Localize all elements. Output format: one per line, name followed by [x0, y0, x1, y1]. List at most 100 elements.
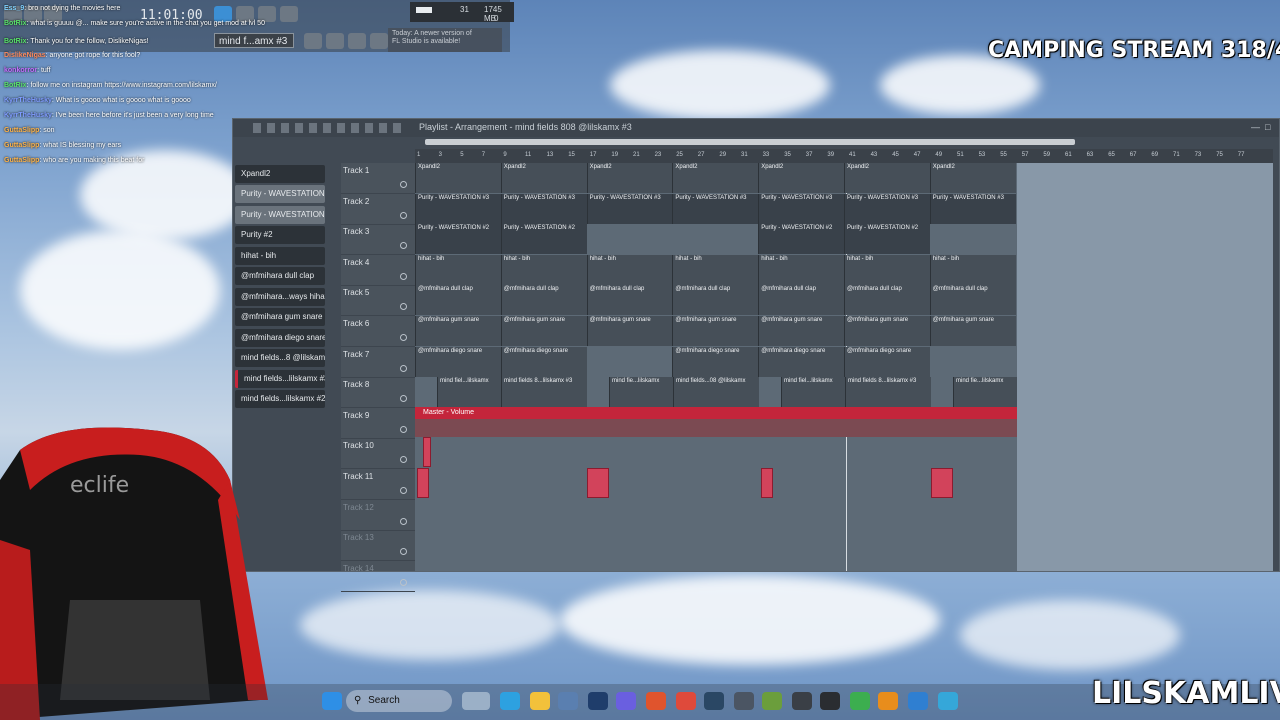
ctrl-button[interactable] [326, 33, 344, 49]
track-header[interactable]: Track 12 [341, 500, 415, 531]
pattern-clip[interactable]: Xpandl2 [500, 163, 587, 193]
pattern-clip[interactable]: @mfmihara diego snare [758, 346, 844, 377]
pattern-clip[interactable]: @mfmihara gum snare [758, 316, 844, 346]
pattern-clip[interactable]: Purity - WAVESTATION #3 [500, 193, 587, 224]
track-header[interactable]: Track 4 [341, 255, 415, 286]
picker-item[interactable]: mind fields...8 @lilskamx [235, 349, 325, 367]
pattern-clip[interactable]: Purity - WAVESTATION #3 [844, 193, 930, 224]
track-header[interactable]: Track 8 [341, 377, 415, 409]
start-icon[interactable] [322, 692, 342, 710]
pattern-clip[interactable]: Purity - WAVESTATION #2 [758, 224, 844, 255]
track-header[interactable]: Track 5 [341, 285, 415, 317]
master-volume-automation[interactable]: Master - Volume [415, 407, 1017, 419]
pattern-clip[interactable]: @mfmihara gum snare [586, 316, 673, 346]
pattern-clip[interactable]: hihat - bih [415, 254, 501, 285]
mute-toggle[interactable] [400, 272, 407, 280]
mute-toggle[interactable] [400, 578, 407, 586]
mute-toggle[interactable] [400, 181, 407, 188]
pattern-clip[interactable]: @mfmihara diego snare [500, 346, 587, 377]
pattern-clip[interactable]: Xpandl2 [586, 163, 673, 193]
pattern-clip[interactable]: hihat - bih [844, 254, 930, 285]
browser-button[interactable] [370, 33, 388, 49]
mute-toggle[interactable] [400, 334, 407, 341]
audio-clip[interactable] [423, 437, 431, 467]
pattern-clip[interactable]: mind fiel...lilskamx [781, 377, 845, 408]
maximize-button[interactable]: □ [1265, 122, 1270, 132]
pattern-clip[interactable]: @mfmihara dull clap [586, 285, 673, 316]
mute-toggle[interactable] [400, 517, 407, 525]
picker-item[interactable]: Purity - WAVESTATION #3 [235, 206, 325, 224]
update-notice[interactable]: Today: A newer version of FL Studio is a… [388, 28, 502, 52]
pattern-clip[interactable]: Purity - WAVESTATION #2 [844, 224, 930, 255]
pattern-clip[interactable]: @mfmihara dull clap [844, 285, 930, 316]
edge-icon[interactable] [500, 692, 520, 710]
mute-toggle[interactable] [400, 242, 407, 250]
pattern-clip[interactable]: mind fie...lilskamx [953, 377, 1017, 408]
track-header[interactable]: Track 14 [341, 561, 415, 592]
picker-item[interactable]: @mfmihara dull clap [235, 267, 325, 285]
pattern-clip[interactable]: Purity - WAVESTATION #3 [672, 193, 759, 224]
discord-icon[interactable] [616, 692, 636, 710]
brave-icon[interactable] [646, 692, 666, 710]
track-header[interactable]: Track 13 [341, 530, 415, 562]
pattern-clip[interactable]: Purity - WAVESTATION #3 [586, 193, 673, 224]
audio-clip[interactable] [761, 468, 773, 498]
pattern-clip[interactable]: @mfmihara gum snare [929, 316, 1016, 346]
snap-button[interactable] [304, 33, 322, 49]
picker-item[interactable]: Purity #2 [235, 226, 325, 244]
picker-item[interactable]: mind fields...lilskamx #2 [235, 390, 325, 408]
pattern-clip[interactable]: hihat - bih [586, 254, 673, 285]
mute-toggle[interactable] [400, 395, 407, 403]
pattern-clip[interactable]: @mfmihara gum snare [500, 316, 587, 346]
mute-toggle[interactable] [400, 487, 407, 494]
task-view-icon[interactable] [462, 692, 490, 710]
pattern-clip[interactable]: mind fields...08 @lilskamx [673, 377, 759, 408]
pattern-selector[interactable]: mind f...amx #3 [214, 33, 294, 48]
picker-item[interactable]: @mfmihara...ways hihat [235, 288, 325, 306]
pattern-clip[interactable]: mind fiel...lilskamx [437, 377, 501, 408]
pattern-clip[interactable]: Xpandl2 [758, 163, 844, 193]
pattern-clip[interactable]: @mfmihara dull clap [672, 285, 759, 316]
steam-icon[interactable] [704, 692, 724, 710]
pattern-clip[interactable]: hihat - bih [758, 254, 844, 285]
mute-toggle[interactable] [400, 548, 407, 556]
track-header[interactable]: Track 1 [341, 163, 415, 194]
track-header[interactable]: Track 11 [341, 469, 415, 500]
pattern-clip[interactable]: @mfmihara dull clap [415, 285, 501, 316]
pattern-clip[interactable]: Purity - WAVESTATION #3 [415, 193, 501, 224]
app-icon[interactable] [938, 692, 958, 710]
picker-item-selected[interactable]: mind fields...lilskamx #3 [235, 370, 325, 388]
pattern-clip[interactable]: Xpandl2 [672, 163, 759, 193]
pattern-clip[interactable]: Purity - WAVESTATION #3 [929, 193, 1016, 224]
pattern-clip[interactable]: Purity - WAVESTATION #2 [415, 224, 501, 255]
minimize-button[interactable]: — [1251, 122, 1260, 132]
mute-toggle[interactable] [400, 211, 407, 219]
app-icon[interactable] [734, 692, 754, 710]
pattern-clip[interactable]: @mfmihara dull clap [500, 285, 587, 316]
track-header[interactable]: Track 2 [341, 194, 415, 225]
pattern-clip[interactable]: mind fields 8...lilskamx #3 [501, 377, 587, 408]
mute-toggle[interactable] [400, 303, 407, 311]
timeline-ruler[interactable]: 1 3 5 7 9 11 13 15 17 19 21 23 25 27 29 31 33 35 37 39 41 43 4… [415, 139, 1273, 163]
chrome-icon[interactable] [676, 692, 696, 710]
app-icon[interactable] [908, 692, 928, 710]
ruler-scrollbar[interactable] [425, 139, 1075, 145]
audio-clip[interactable] [417, 468, 429, 498]
pattern-clip[interactable]: mind fie...lilskamx [609, 377, 673, 408]
app-icon[interactable] [762, 692, 782, 710]
app-icon[interactable] [792, 692, 812, 710]
picker-item[interactable]: Xpandl2 [235, 165, 325, 183]
track-header[interactable]: Track 7 [341, 347, 415, 378]
alt-button[interactable] [348, 33, 366, 49]
pattern-clip[interactable]: Xpandl2 [929, 163, 1016, 193]
picker-item[interactable]: Purity - WAVESTATION #2 [235, 185, 325, 203]
track-header[interactable]: Track 9 [341, 408, 415, 439]
pattern-clip[interactable]: Xpandl2 [844, 163, 930, 193]
pattern-clip[interactable]: @mfmihara diego snare [672, 346, 759, 377]
pattern-clip[interactable]: hihat - bih [929, 254, 1016, 285]
track-header[interactable]: Track 6 [341, 316, 415, 347]
mute-toggle[interactable] [400, 425, 407, 433]
pattern-clip[interactable]: @mfmihara gum snare [415, 316, 501, 346]
photoshop-icon[interactable] [588, 692, 608, 710]
track-header[interactable]: Track 3 [341, 224, 415, 256]
